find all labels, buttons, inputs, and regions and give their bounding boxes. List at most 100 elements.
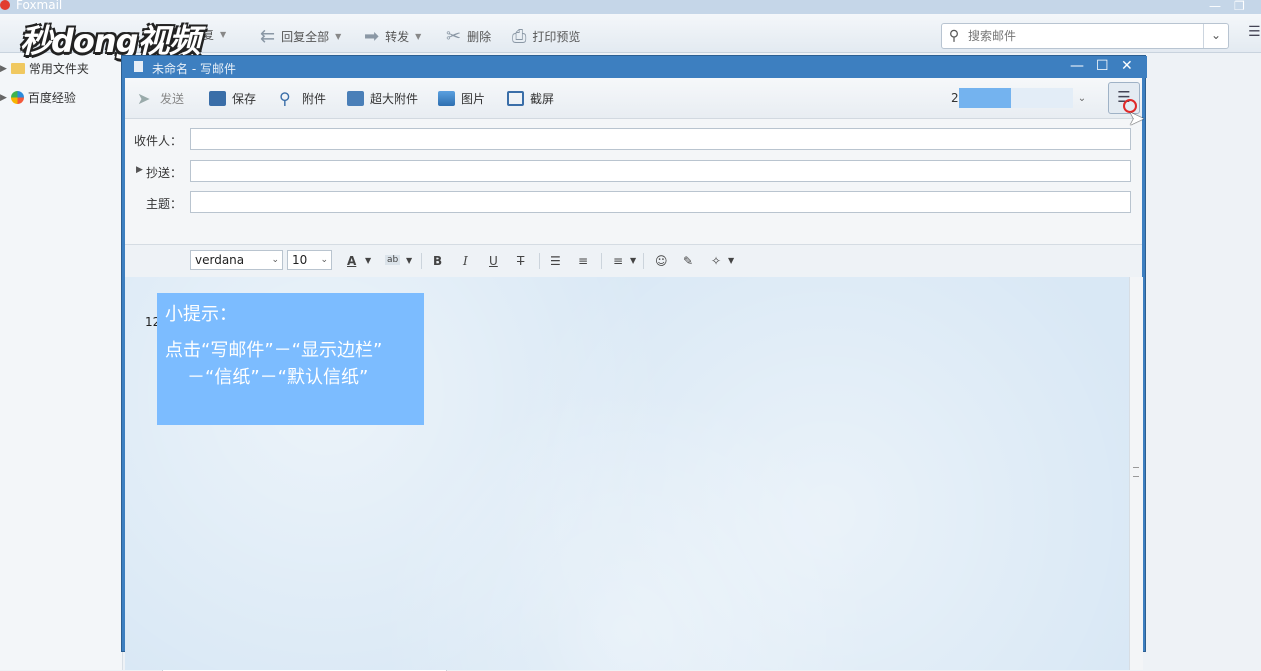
print-preview-button[interactable]: ⎙ 打印预览 <box>512 26 580 47</box>
chevron-down-icon[interactable]: ▼ <box>335 32 341 41</box>
large-attachment-button[interactable]: 超大附件 <box>347 90 418 107</box>
expand-icon[interactable]: ▶ <box>136 165 143 175</box>
underline-button[interactable]: U <box>489 254 498 268</box>
account-select[interactable]: 2 ⌄ <box>951 87 1091 109</box>
reply-all-button[interactable]: ⇇ 回复全部 ▼ <box>260 26 341 47</box>
app-title: Foxmail <box>16 0 63 12</box>
strikethrough-button[interactable]: T <box>517 254 524 268</box>
emoji-icon[interactable]: ☺ <box>655 254 668 268</box>
tip-line-2: －“信纸”－“默认信纸” <box>187 367 369 388</box>
numbered-list-icon[interactable]: ≡ <box>578 254 588 268</box>
save-icon <box>209 91 226 106</box>
chevron-down-icon[interactable]: ▼ <box>415 32 421 41</box>
printer-icon: ⎙ <box>512 26 527 47</box>
delete-label: 删除 <box>467 30 492 44</box>
sidebar-item-baidu-jingyan[interactable]: ▶ 百度经验 <box>0 89 76 106</box>
search-options-icon[interactable]: ⌄ <box>1203 24 1228 48</box>
chevron-down-icon: ⌄ <box>320 255 328 265</box>
to-row: 收件人： <box>125 126 1142 154</box>
delete-button[interactable]: ✂ 删除 <box>446 26 491 47</box>
screenshot-button[interactable]: 截屏 <box>507 90 554 107</box>
minimize-icon[interactable]: — <box>1070 58 1084 74</box>
close-icon[interactable]: ✕ <box>1121 58 1133 74</box>
cc-row: ▶ 抄送： <box>125 158 1142 186</box>
chevron-down-icon[interactable]: ▼ <box>630 256 636 265</box>
save-label: 保存 <box>232 92 257 106</box>
bold-button[interactable]: B <box>433 254 442 268</box>
chevron-down-icon[interactable]: ▼ <box>220 30 226 39</box>
search-icon: ⚲ <box>948 28 960 44</box>
subject-label: 主题： <box>145 197 182 211</box>
text-color-icon[interactable]: A <box>347 254 356 268</box>
sidebar-item-label: 百度经验 <box>27 91 76 105</box>
account-select-field <box>1011 88 1073 108</box>
font-family-value: verdana <box>195 253 245 267</box>
screenshot-label: 截屏 <box>530 92 555 106</box>
reply-all-icon: ⇇ <box>260 26 276 47</box>
chevron-down-icon[interactable]: ▼ <box>728 256 734 265</box>
save-button[interactable]: 保存 <box>209 90 256 107</box>
editor-scrollbar[interactable] <box>1129 277 1143 670</box>
cc-label: 抄送： <box>145 166 182 180</box>
italic-button[interactable]: I <box>463 254 468 268</box>
folder-icon <box>10 63 25 74</box>
folder-panel: ▶ 常用文件夹 ▶ 百度经验 <box>0 53 123 670</box>
subject-field[interactable] <box>190 191 1131 213</box>
restore-icon[interactable]: ❐ <box>1234 0 1245 13</box>
clear-format-icon[interactable]: ✎ <box>683 254 693 268</box>
highlight-color-icon[interactable]: ab <box>385 255 401 265</box>
large-attachment-label: 超大附件 <box>370 92 419 106</box>
compose-title: 未命名 - 写邮件 <box>152 62 236 76</box>
search-input[interactable] <box>966 28 1203 44</box>
font-size-value: 10 <box>292 253 308 267</box>
magic-wand-icon[interactable]: ✧ <box>711 254 721 268</box>
chevron-down-icon[interactable]: ▼ <box>406 256 412 265</box>
search-box[interactable]: ⚲ ⌄ <box>941 23 1229 49</box>
format-toolbar: verdana ⌄ 10 ⌄ A ▼ ab ▼ B I U T ☰ ≡ ≡ ▼ … <box>125 244 1142 278</box>
font-family-select[interactable]: verdana ⌄ <box>190 250 283 270</box>
image-button[interactable]: 图片 <box>438 90 485 107</box>
delete-icon: ✂ <box>446 26 462 47</box>
divider <box>421 253 422 269</box>
maximize-icon[interactable]: ☐ <box>1096 58 1109 74</box>
foxmail-app-icon <box>0 0 10 10</box>
forward-button[interactable]: ➡ 转发 ▼ <box>364 26 421 47</box>
bullet-list-icon[interactable]: ☰ <box>550 254 561 268</box>
compose-toolbar: ➤ 发送 保存 ⚲ 附件 超大附件 图片 截屏 2 ⌄ ☰ ➤ <box>125 78 1145 130</box>
attachment-button[interactable]: ⚲ 附件 <box>279 90 326 107</box>
forward-label: 转发 <box>385 30 410 44</box>
send-icon: ➤ <box>137 89 151 108</box>
align-icon[interactable]: ≡ <box>613 254 623 268</box>
chevron-down-icon[interactable]: ⌄ <box>1073 93 1091 104</box>
account-select-value: 2 <box>951 91 959 105</box>
account-icon <box>10 91 24 104</box>
to-label: 收件人： <box>133 134 182 148</box>
image-icon <box>438 91 455 106</box>
expand-icon[interactable]: ▶ <box>0 64 7 74</box>
send-button[interactable]: ➤ 发送 <box>137 90 184 107</box>
attachment-label: 附件 <box>302 92 327 106</box>
divider <box>539 253 540 269</box>
expand-icon[interactable]: ▶ <box>0 93 7 103</box>
chevron-down-icon[interactable]: ▼ <box>365 256 371 265</box>
tip-overlay: 小提示： 点击“写邮件”－“显示边栏” －“信纸”－“默认信纸” <box>157 293 424 425</box>
font-size-select[interactable]: 10 ⌄ <box>287 250 332 270</box>
sidebar-item-label: 常用文件夹 <box>28 62 89 76</box>
subject-row: 主题： <box>125 189 1142 217</box>
account-select-highlight <box>959 88 1011 108</box>
main-title-bar <box>0 0 1261 14</box>
list-view-icon[interactable]: ☰ <box>1248 24 1261 40</box>
to-field[interactable] <box>190 128 1131 150</box>
send-label: 发送 <box>160 92 185 106</box>
tip-heading: 小提示： <box>165 304 237 325</box>
large-attachment-icon <box>347 91 364 106</box>
scrollbar-grip-icon[interactable] <box>1133 467 1139 477</box>
sidebar-item-common-folders[interactable]: ▶ 常用文件夹 <box>0 60 89 77</box>
reply-all-label: 回复全部 <box>281 30 330 44</box>
print-preview-label: 打印预览 <box>532 30 581 44</box>
forward-icon: ➡ <box>364 26 380 47</box>
document-icon <box>134 61 143 72</box>
minimize-icon[interactable]: — <box>1209 0 1221 13</box>
divider <box>643 253 644 269</box>
cc-field[interactable] <box>190 160 1131 182</box>
